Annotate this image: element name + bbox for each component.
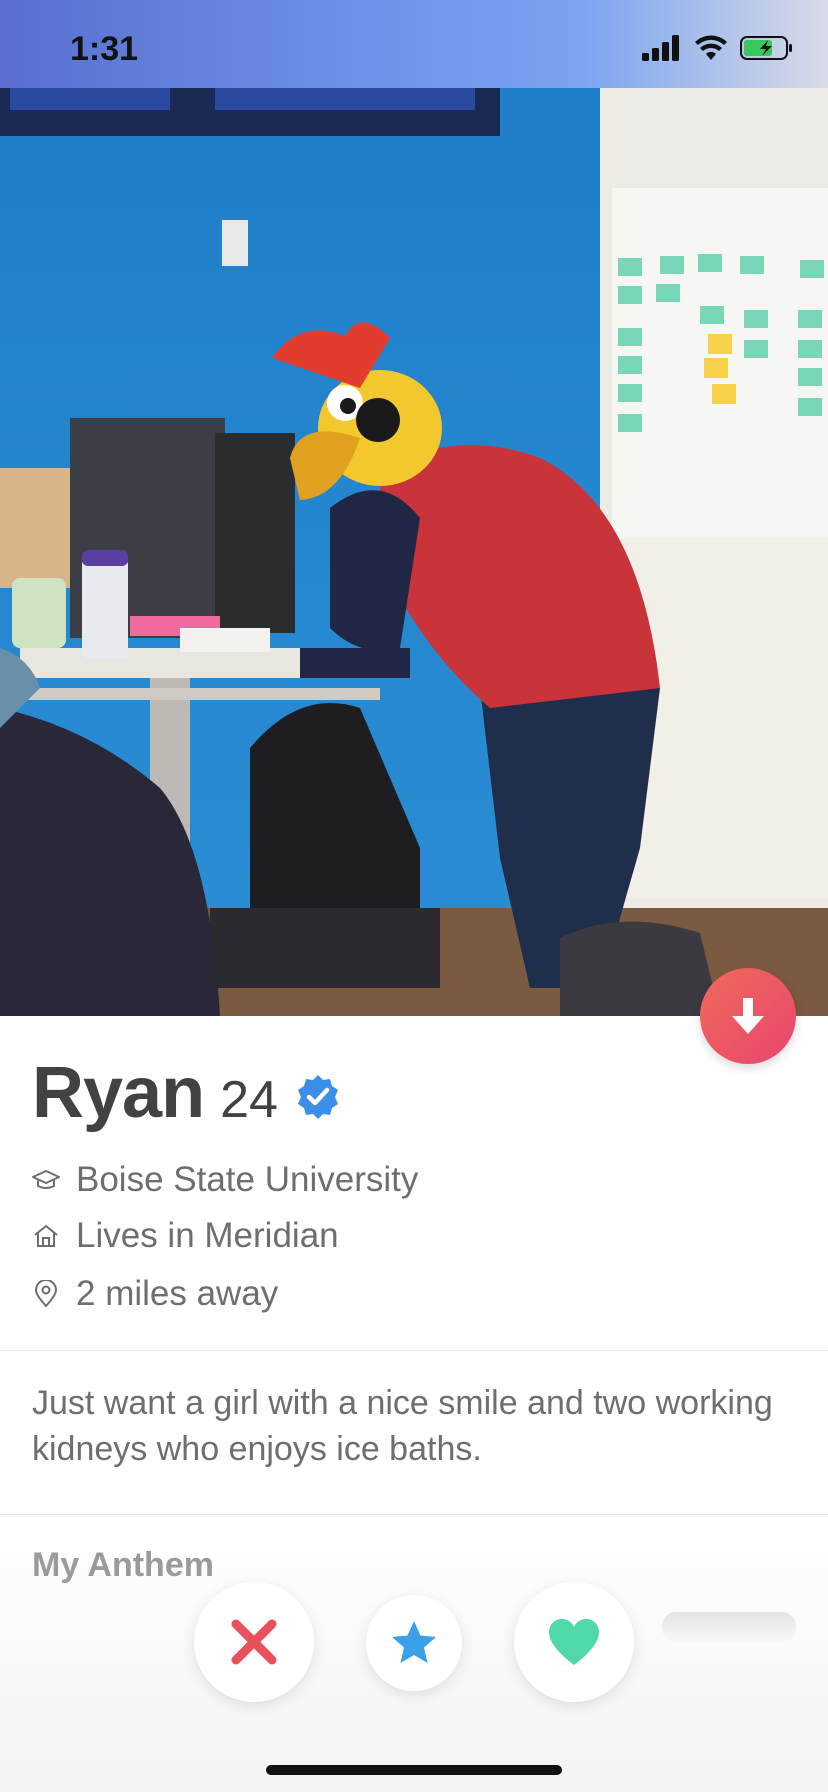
heart-icon: [548, 1618, 600, 1665]
divider: [0, 1514, 828, 1515]
distance-line: 2 miles away: [32, 1272, 278, 1316]
home-indicator[interactable]: [266, 1765, 562, 1775]
school-line: Boise State University: [32, 1158, 418, 1202]
collapse-profile-button[interactable]: [700, 968, 796, 1064]
home-icon: [32, 1222, 60, 1250]
lives-line: Lives in Meridian: [32, 1214, 339, 1258]
profile-name: Ryan: [32, 1053, 205, 1133]
profile-bio: Just want a girl with a nice smile and t…: [32, 1384, 773, 1468]
status-time: 1:31: [70, 30, 139, 68]
like-button[interactable]: [514, 1582, 634, 1702]
wifi-icon: [695, 35, 727, 60]
verified-badge-icon: [297, 1075, 338, 1119]
divider: [0, 1350, 828, 1351]
signal-icon: [642, 35, 679, 61]
status-icons: [642, 34, 794, 62]
profile-age: 24: [220, 1071, 278, 1129]
super-like-button[interactable]: [366, 1595, 462, 1691]
graduation-cap-icon: [32, 1166, 60, 1194]
x-icon: [231, 1619, 277, 1665]
name-row: Ryan 24: [32, 1052, 342, 1134]
school-text: Boise State University: [76, 1160, 419, 1199]
arrow-down-icon: [732, 998, 764, 1034]
location-pin-icon: [32, 1280, 60, 1308]
star-icon: [392, 1621, 436, 1663]
distance-text: 2 miles away: [76, 1274, 279, 1313]
nope-button[interactable]: [194, 1582, 314, 1702]
battery-icon: [740, 36, 792, 60]
profile-photo[interactable]: [0, 88, 828, 1016]
faded-button: [662, 1612, 796, 1642]
anthem-section-title: My Anthem: [32, 1546, 214, 1584]
status-bar: 1:31: [0, 0, 828, 88]
lives-text: Lives in Meridian: [76, 1216, 339, 1255]
profile-photo-image: [0, 88, 828, 1016]
